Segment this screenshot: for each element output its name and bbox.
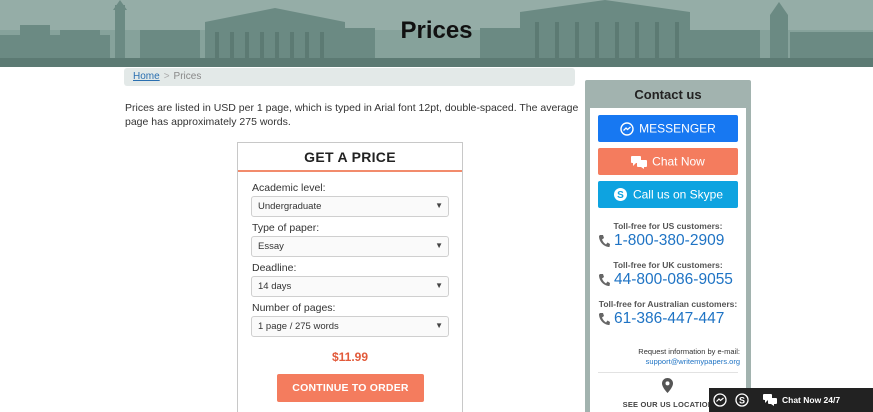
price-value: $11.99: [331, 350, 369, 364]
chatbar-skype-button[interactable]: S: [731, 388, 753, 412]
messenger-icon: [713, 393, 727, 407]
chat-now-label: Chat Now: [652, 154, 705, 169]
price-calculator: GET A PRICE Academic level: Undergraduat…: [237, 142, 463, 412]
chat-bubbles-icon: [631, 155, 648, 169]
au-phone-label: Toll-free for Australian customers:: [598, 299, 738, 309]
academic-level-label: Academic level:: [252, 182, 326, 194]
au-phone-value: 61-386-447-447: [614, 310, 725, 327]
hero-banner: Prices: [0, 0, 873, 67]
messenger-label: MESSENGER: [639, 121, 716, 136]
au-phone-number[interactable]: 61-386-447-447: [598, 310, 743, 328]
chat-now-button[interactable]: Chat Now: [598, 148, 738, 175]
breadcrumb-current: Prices: [173, 71, 202, 82]
chat-now-24-7-label: Chat Now 24/7: [782, 395, 841, 405]
skype-label: Call us on Skype: [632, 187, 724, 202]
paper-type-label: Type of paper:: [252, 222, 320, 234]
us-phone-label: Toll-free for US customers:: [613, 221, 723, 231]
skype-icon: S: [735, 393, 749, 407]
divider: [598, 372, 738, 373]
page-title: Prices: [400, 17, 473, 44]
breadcrumb-separator: >: [163, 71, 170, 82]
contact-title: Contact us: [634, 87, 702, 102]
continue-to-order-button[interactable]: CONTINUE TO ORDER: [277, 374, 424, 402]
chatbar-messenger-button[interactable]: [709, 388, 731, 412]
pages-select[interactable]: 1 page / 275 words ▼: [251, 316, 449, 337]
dropdown-arrow-icon: ▼: [435, 321, 443, 330]
phone-icon: [599, 313, 610, 325]
chat-bubbles-icon: [763, 394, 777, 406]
pages-value: 1 page / 275 words: [258, 321, 339, 332]
support-email-link[interactable]: support@writemypapers.org: [646, 357, 740, 366]
location-pin-icon: [662, 378, 673, 393]
email-request: Request information by e-mail: support@w…: [590, 347, 740, 367]
messenger-button[interactable]: MESSENGER: [598, 115, 738, 142]
academic-level-select[interactable]: Undergraduate ▼: [251, 196, 449, 217]
price-calculator-title: GET A PRICE: [238, 143, 462, 172]
messenger-icon: [620, 122, 634, 136]
intro-text: Prices are listed in USD per 1 page, whi…: [125, 102, 579, 128]
chat-now-24-7-button[interactable]: Chat Now 24/7: [763, 394, 840, 406]
academic-level-value: Undergraduate: [258, 201, 322, 212]
dropdown-arrow-icon: ▼: [435, 201, 443, 210]
email-request-label: Request information by e-mail:: [638, 347, 740, 356]
contact-panel: Contact us MESSENGER Chat Now S Call us …: [585, 80, 751, 412]
pages-label: Number of pages:: [252, 302, 336, 314]
breadcrumb-home-link[interactable]: Home: [133, 71, 160, 82]
phone-icon: [599, 274, 610, 286]
paper-type-select[interactable]: Essay ▼: [251, 236, 449, 257]
phone-icon: [599, 235, 610, 247]
svg-text:S: S: [739, 396, 745, 406]
us-phone-number[interactable]: 1-800-380-2909: [598, 232, 743, 250]
chat-bar: S Chat Now 24/7: [709, 388, 873, 412]
uk-phone-value: 44-800-086-9055: [614, 271, 733, 288]
svg-text:S: S: [617, 190, 624, 201]
deadline-value: 14 days: [258, 281, 292, 292]
uk-phone-label: Toll-free for UK customers:: [613, 260, 723, 270]
skype-button[interactable]: S Call us on Skype: [598, 181, 738, 208]
us-phone-value: 1-800-380-2909: [614, 232, 725, 249]
uk-phone-number[interactable]: 44-800-086-9055: [598, 271, 743, 289]
deadline-select[interactable]: 14 days ▼: [251, 276, 449, 297]
dropdown-arrow-icon: ▼: [435, 241, 443, 250]
deadline-label: Deadline:: [252, 262, 297, 274]
dropdown-arrow-icon: ▼: [435, 281, 443, 290]
breadcrumb: Home > Prices: [124, 68, 575, 86]
skype-icon: S: [613, 188, 627, 202]
contact-body: MESSENGER Chat Now S Call us on Skype To…: [590, 108, 746, 412]
paper-type-value: Essay: [258, 241, 284, 252]
